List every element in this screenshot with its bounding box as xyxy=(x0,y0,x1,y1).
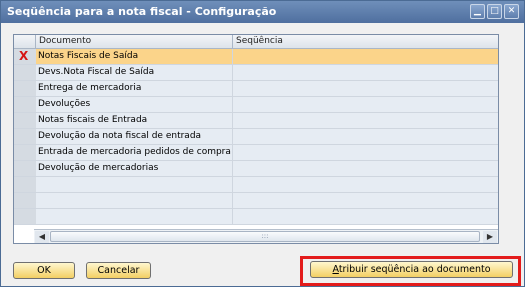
cell-documento[interactable]: Notas Fiscais de Saída xyxy=(36,49,233,64)
row-header[interactable] xyxy=(14,145,37,160)
table-row[interactable]: Devolução da nota fiscal de entrada xyxy=(14,129,498,145)
cell-documento[interactable]: Devs.Nota Fiscal de Saída xyxy=(36,65,233,80)
row-header[interactable] xyxy=(14,81,37,96)
table-row[interactable] xyxy=(14,209,498,225)
cell-sequencia[interactable] xyxy=(233,177,498,192)
row-header[interactable]: X xyxy=(14,49,37,64)
cell-sequencia[interactable] xyxy=(233,113,498,128)
minimize-icon[interactable]: ▁ xyxy=(470,4,485,19)
row-header[interactable] xyxy=(14,65,37,80)
row-header[interactable] xyxy=(14,161,37,176)
row-header[interactable] xyxy=(14,177,37,192)
window-title: Seqüência para a nota fiscal - Configura… xyxy=(7,5,277,18)
cell-sequencia[interactable] xyxy=(233,65,498,80)
highlight-annotation xyxy=(300,256,521,286)
table-row[interactable]: Devolução de mercadorias xyxy=(14,161,498,177)
row-header[interactable] xyxy=(14,113,37,128)
cell-documento[interactable] xyxy=(36,209,233,224)
cell-documento[interactable]: Devoluções xyxy=(36,97,233,112)
row-header[interactable] xyxy=(14,193,37,208)
cell-documento[interactable]: Entrada de mercadoria pedidos de compra xyxy=(36,145,233,160)
horizontal-scrollbar[interactable]: ◀ ::: ▶ xyxy=(34,229,498,243)
cancel-button[interactable]: Cancelar xyxy=(86,262,151,279)
cell-sequencia[interactable] xyxy=(233,145,498,160)
grid-header: Documento Seqüência xyxy=(14,35,498,49)
column-header-documento[interactable]: Documento xyxy=(36,35,233,48)
selected-row-marker-icon: X xyxy=(19,49,29,63)
cell-documento[interactable] xyxy=(36,193,233,208)
table-row[interactable]: Devoluções xyxy=(14,97,498,113)
cell-sequencia[interactable] xyxy=(233,81,498,96)
scroll-right-icon[interactable]: ▶ xyxy=(483,231,497,243)
column-header-sequencia[interactable]: Seqüência xyxy=(233,35,498,48)
cell-sequencia[interactable] xyxy=(233,49,498,64)
close-icon[interactable]: ✕ xyxy=(504,4,519,19)
scroll-left-icon[interactable]: ◀ xyxy=(35,231,49,243)
scroll-thumb[interactable]: ::: xyxy=(50,231,480,242)
document-sequence-grid[interactable]: Documento Seqüência X Notas Fiscais de Sa… xyxy=(13,34,499,244)
cell-documento[interactable]: Devolução de mercadorias xyxy=(36,161,233,176)
row-header-corner xyxy=(14,35,36,48)
table-row[interactable]: Notas fiscais de Entrada xyxy=(14,113,498,129)
cell-documento[interactable]: Devolução da nota fiscal de entrada xyxy=(36,129,233,144)
cell-sequencia[interactable] xyxy=(233,97,498,112)
table-row[interactable] xyxy=(14,193,498,209)
ok-button[interactable]: OK xyxy=(13,262,75,279)
table-row[interactable] xyxy=(14,177,498,193)
cell-sequencia[interactable] xyxy=(233,209,498,224)
maximize-icon[interactable]: □ xyxy=(487,4,502,19)
cell-documento[interactable]: Entrega de mercadoria xyxy=(36,81,233,96)
cell-sequencia[interactable] xyxy=(233,161,498,176)
cell-documento[interactable]: Notas fiscais de Entrada xyxy=(36,113,233,128)
dialog-window: Seqüência para a nota fiscal - Configura… xyxy=(0,0,525,287)
table-row[interactable]: Entrega de mercadoria xyxy=(14,81,498,97)
table-row[interactable]: Devs.Nota Fiscal de Saída xyxy=(14,65,498,81)
table-row[interactable]: Entrada de mercadoria pedidos de compra xyxy=(14,145,498,161)
row-header[interactable] xyxy=(14,129,37,144)
title-bar[interactable]: Seqüência para a nota fiscal - Configura… xyxy=(1,1,524,23)
cell-documento[interactable] xyxy=(36,177,233,192)
cell-sequencia[interactable] xyxy=(233,193,498,208)
row-header[interactable] xyxy=(14,209,37,224)
table-row[interactable]: X Notas Fiscais de Saída xyxy=(14,49,498,65)
row-header[interactable] xyxy=(14,97,37,112)
cell-sequencia[interactable] xyxy=(233,129,498,144)
